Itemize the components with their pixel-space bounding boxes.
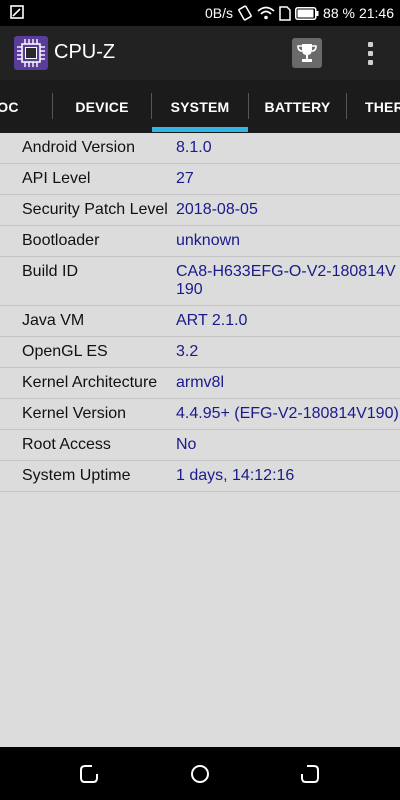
- info-value: unknown: [176, 232, 241, 249]
- wifi-icon: [257, 6, 275, 20]
- sim-card-icon: [279, 5, 291, 21]
- info-key: System Uptime: [22, 467, 131, 484]
- info-value: 2018-08-05: [176, 201, 258, 218]
- info-key: Kernel Version: [22, 405, 127, 422]
- info-row-kernel-version: Kernel Version 4.4.95+ (EFG-V2-180814V19…: [0, 399, 400, 430]
- info-row-opengl-es: OpenGL ES 3.2: [0, 337, 400, 368]
- info-row-security-patch: Security Patch Level 2018-08-05: [0, 195, 400, 226]
- recents-icon[interactable]: [299, 763, 321, 785]
- info-key: Kernel Architecture: [22, 374, 158, 391]
- info-value: No: [176, 436, 197, 453]
- battery-percent: 88 %: [323, 5, 355, 21]
- app-bar: CPU-Z: [0, 26, 400, 80]
- info-value: 27: [176, 170, 194, 187]
- info-key: Build ID: [22, 263, 79, 280]
- info-value: ART 2.1.0: [176, 312, 248, 329]
- screenshot-notification-icon: [10, 5, 24, 19]
- info-value: armv8l: [176, 374, 225, 391]
- info-row-system-uptime: System Uptime 1 days, 14:12:16: [0, 461, 400, 492]
- info-value: 1 days, 14:12:16: [176, 467, 295, 484]
- net-speed: 0B/s: [205, 5, 234, 21]
- info-key: Android Version: [22, 139, 135, 156]
- info-row-root-access: Root Access No: [0, 430, 400, 461]
- info-key: Root Access: [22, 436, 111, 453]
- tab-device[interactable]: DEVICE: [53, 80, 151, 133]
- info-key: Bootloader: [22, 232, 100, 249]
- cpu-chip-icon: [14, 36, 48, 70]
- tab-soc[interactable]: OC: [0, 80, 38, 133]
- info-row-android-version: Android Version 8.1.0: [0, 133, 400, 164]
- active-tab-indicator: [152, 127, 248, 132]
- battery-icon: [295, 6, 319, 20]
- info-value: 4.4.95+ (EFG-V2-180814V190): [176, 405, 399, 422]
- screen: 0B/s 88 % 21:46 CPU-Z OC DEVICE SYSTEM B…: [0, 0, 400, 800]
- overflow-menu-dot: [367, 59, 373, 65]
- info-value: 3.2: [176, 343, 199, 360]
- info-row-api-level: API Level 27: [0, 164, 400, 195]
- overflow-menu-icon: [367, 41, 373, 47]
- home-icon[interactable]: [189, 763, 211, 785]
- tab-battery[interactable]: BATTERY: [249, 80, 346, 133]
- info-row-build-id: Build ID CA8-H633EFG-O-V2-180814V190: [0, 257, 400, 306]
- info-key: OpenGL ES: [22, 343, 108, 360]
- tab-thermal[interactable]: THERI: [347, 80, 400, 133]
- info-value: 8.1.0: [176, 139, 212, 156]
- navigation-bar: [0, 747, 400, 800]
- status-bar: 0B/s 88 % 21:46: [0, 0, 400, 26]
- info-row-java-vm: Java VM ART 2.1.0: [0, 306, 400, 337]
- info-key: Security Patch Level: [22, 201, 168, 218]
- back-icon[interactable]: [78, 763, 100, 785]
- rotate-icon: [238, 5, 252, 21]
- status-icons: 0B/s 88 % 21:46: [205, 0, 394, 26]
- info-row-kernel-architecture: Kernel Architecture armv8l: [0, 368, 400, 399]
- app-title: CPU-Z: [54, 41, 116, 63]
- system-info-list: Android Version 8.1.0 API Level 27 Secur…: [0, 133, 400, 747]
- overflow-menu-dot: [367, 50, 373, 56]
- tab-system[interactable]: SYSTEM: [152, 80, 248, 133]
- clock: 21:46: [358, 5, 394, 21]
- trophy-button[interactable]: [292, 38, 322, 68]
- info-key: API Level: [22, 170, 91, 187]
- tab-bar: OC DEVICE SYSTEM BATTERY THERI: [0, 80, 400, 133]
- trophy-icon: [297, 44, 317, 62]
- overflow-menu-button[interactable]: [360, 38, 380, 68]
- info-row-bootloader: Bootloader unknown: [0, 226, 400, 257]
- info-value: CA8-H633EFG-O-V2-180814V190: [176, 263, 396, 298]
- info-key: Java VM: [22, 312, 85, 329]
